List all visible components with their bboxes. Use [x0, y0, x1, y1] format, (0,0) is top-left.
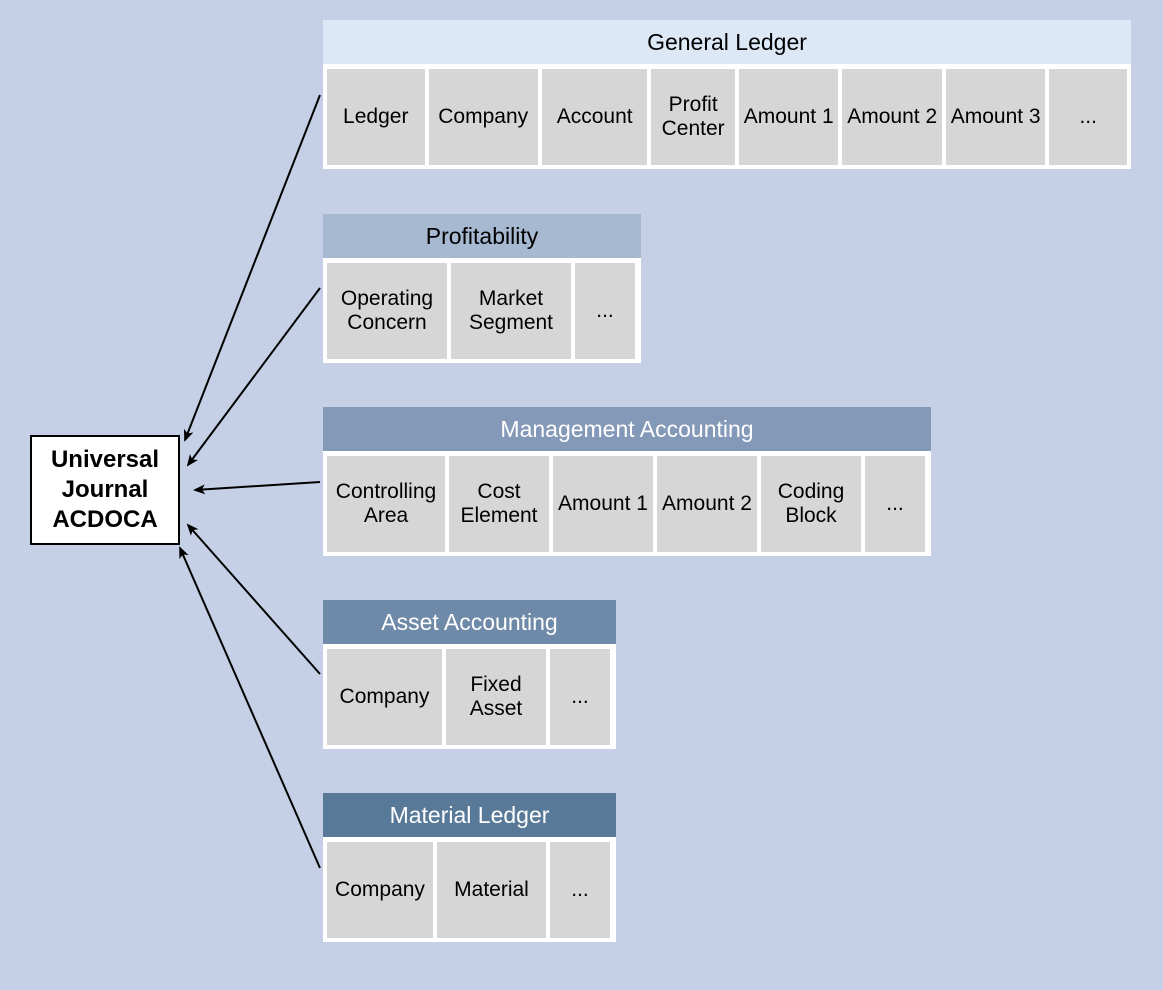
block-general-ledger: General LedgerLedgerCompanyAccountProfit… [323, 20, 1131, 169]
cell: ... [550, 649, 610, 745]
cell: Market Segment [451, 263, 571, 359]
cell: Fixed Asset [446, 649, 546, 745]
universal-journal-box: Universal Journal ACDOCA [30, 435, 180, 545]
block-header-management-accounting: Management Accounting [323, 407, 931, 452]
block-cells-asset-accounting: CompanyFixed Asset... [323, 645, 616, 749]
arrow-general-ledger [185, 95, 320, 440]
cell: ... [550, 842, 610, 938]
block-header-asset-accounting: Asset Accounting [323, 600, 616, 645]
cell: Amount 1 [739, 69, 838, 165]
block-header-profitability: Profitability [323, 214, 641, 259]
cell: Controlling Area [327, 456, 445, 552]
block-profitability: ProfitabilityOperating ConcernMarket Seg… [323, 214, 641, 363]
cell: Amount 3 [946, 69, 1045, 165]
block-cells-general-ledger: LedgerCompanyAccountProfit CenterAmount … [323, 65, 1131, 169]
cell: ... [865, 456, 925, 552]
cell: Company [327, 842, 433, 938]
block-material-ledger: Material LedgerCompanyMaterial... [323, 793, 616, 942]
cell: Ledger [327, 69, 425, 165]
block-header-general-ledger: General Ledger [323, 20, 1131, 65]
block-cells-profitability: Operating ConcernMarket Segment... [323, 259, 641, 363]
block-cells-material-ledger: CompanyMaterial... [323, 838, 616, 942]
block-header-material-ledger: Material Ledger [323, 793, 616, 838]
cell: ... [1049, 69, 1127, 165]
universal-journal-label: Universal Journal ACDOCA [36, 445, 174, 535]
cell: Material [437, 842, 546, 938]
cell: Cost Element [449, 456, 549, 552]
cell: Coding Block [761, 456, 861, 552]
block-cells-management-accounting: Controlling AreaCost ElementAmount 1Amou… [323, 452, 931, 556]
block-asset-accounting: Asset AccountingCompanyFixed Asset... [323, 600, 616, 749]
arrow-management-accounting [195, 482, 320, 490]
cell: Amount 2 [657, 456, 757, 552]
arrow-profitability [188, 288, 320, 465]
cell: Amount 2 [842, 69, 941, 165]
cell: ... [575, 263, 635, 359]
cell: Profit Center [651, 69, 735, 165]
cell: Operating Concern [327, 263, 447, 359]
cell: Account [542, 69, 647, 165]
cell: Company [327, 649, 442, 745]
arrow-material-ledger [180, 548, 320, 868]
cell: Company [429, 69, 538, 165]
arrow-asset-accounting [188, 525, 320, 674]
block-management-accounting: Management AccountingControlling AreaCos… [323, 407, 931, 556]
cell: Amount 1 [553, 456, 653, 552]
